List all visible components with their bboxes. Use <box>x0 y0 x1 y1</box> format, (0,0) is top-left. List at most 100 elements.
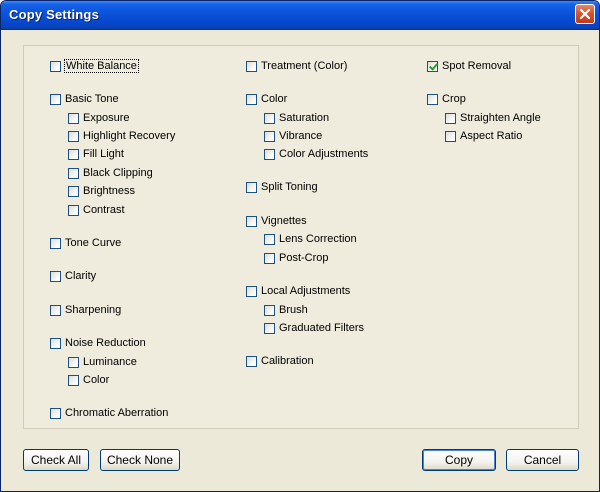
option-label: Saturation <box>279 112 330 124</box>
option-label: Crop <box>442 93 466 105</box>
option-crop[interactable]: Crop <box>427 91 466 107</box>
checkbox-saturation[interactable] <box>264 112 275 124</box>
checkbox-spot-removal[interactable] <box>427 60 438 72</box>
checkbox-brush[interactable] <box>264 304 275 316</box>
check-all-button[interactable]: Check All <box>23 449 89 471</box>
checkbox-noise-reduction[interactable] <box>50 337 61 349</box>
option-label: Clarity <box>65 270 97 282</box>
option-color-adjustments[interactable]: Color Adjustments <box>264 146 368 162</box>
option-vibrance[interactable]: Vibrance <box>264 128 322 144</box>
option-color[interactable]: Color <box>246 91 287 107</box>
option-label: Straighten Angle <box>460 112 541 124</box>
checkbox-exposure[interactable] <box>68 112 79 124</box>
checkbox-highlight-recovery[interactable] <box>68 130 79 142</box>
option-label: Aspect Ratio <box>460 130 523 142</box>
option-label: Contrast <box>83 204 125 216</box>
option-label: Color <box>261 93 288 105</box>
option-aspect-ratio[interactable]: Aspect Ratio <box>445 128 522 144</box>
option-label: Spot Removal <box>442 60 512 72</box>
option-label: Lens Correction <box>279 233 357 245</box>
option-label: Highlight Recovery <box>83 130 176 142</box>
option-highlight-recovery[interactable]: Highlight Recovery <box>68 128 175 144</box>
option-fill-light[interactable]: Fill Light <box>68 146 124 162</box>
option-label: Exposure <box>83 112 130 124</box>
option-brightness[interactable]: Brightness <box>68 183 135 199</box>
checkbox-lens-correction[interactable] <box>264 233 275 245</box>
copy-button[interactable]: Copy <box>422 449 496 471</box>
option-clarity[interactable]: Clarity <box>50 268 96 284</box>
title-bar[interactable]: Copy Settings <box>1 1 599 30</box>
checkbox-calibration[interactable] <box>246 355 257 367</box>
option-label: Local Adjustments <box>261 285 351 297</box>
option-label: Noise Reduction <box>65 337 146 349</box>
checkbox-graduated-filters[interactable] <box>264 322 275 334</box>
checkbox-basic-tone[interactable] <box>50 93 61 105</box>
option-label: Fill Light <box>83 148 124 160</box>
checkbox-straighten-angle[interactable] <box>445 112 456 124</box>
option-color[interactable]: Color <box>68 372 109 388</box>
option-treatment-color[interactable]: Treatment (Color) <box>246 58 347 74</box>
option-local-adjustments[interactable]: Local Adjustments <box>246 283 350 299</box>
option-white-balance[interactable]: White Balance <box>50 58 139 74</box>
option-label: Split Toning <box>261 181 318 193</box>
checkbox-treatment-color[interactable] <box>246 60 257 72</box>
option-tone-curve[interactable]: Tone Curve <box>50 235 121 251</box>
option-saturation[interactable]: Saturation <box>264 110 329 126</box>
option-chromatic-aberration[interactable]: Chromatic Aberration <box>50 405 168 421</box>
option-brush[interactable]: Brush <box>264 302 308 318</box>
copy-settings-dialog: Copy Settings White Balance Basic Tone Exp… <box>0 0 600 492</box>
option-label: White Balance <box>64 59 139 73</box>
checkbox-fill-light[interactable] <box>68 148 79 160</box>
option-label: Post-Crop <box>279 252 329 264</box>
checkbox-color[interactable] <box>68 374 79 386</box>
checkbox-crop[interactable] <box>427 93 438 105</box>
checkbox-color[interactable] <box>246 93 257 105</box>
option-noise-reduction[interactable]: Noise Reduction <box>50 335 146 351</box>
option-label: Black Clipping <box>83 167 153 179</box>
option-luminance[interactable]: Luminance <box>68 354 137 370</box>
option-straighten-angle[interactable]: Straighten Angle <box>445 110 541 126</box>
checkbox-clarity[interactable] <box>50 270 61 282</box>
option-basic-tone[interactable]: Basic Tone <box>50 91 119 107</box>
checkbox-local-adjustments[interactable] <box>246 285 257 297</box>
option-exposure[interactable]: Exposure <box>68 110 129 126</box>
checkbox-brightness[interactable] <box>68 185 79 197</box>
option-calibration[interactable]: Calibration <box>246 353 314 369</box>
option-label: Vibrance <box>279 130 323 142</box>
checkbox-post-crop[interactable] <box>264 252 275 264</box>
option-label: Sharpening <box>65 304 122 316</box>
checkbox-tone-curve[interactable] <box>50 237 61 249</box>
window-title: Copy Settings <box>9 7 99 22</box>
option-black-clipping[interactable]: Black Clipping <box>68 165 153 181</box>
check-none-button[interactable]: Check None <box>100 449 180 471</box>
checkbox-vibrance[interactable] <box>264 130 275 142</box>
option-vignettes[interactable]: Vignettes <box>246 213 307 229</box>
checkbox-color-adjustments[interactable] <box>264 148 275 160</box>
checkbox-contrast[interactable] <box>68 204 79 216</box>
option-label: Chromatic Aberration <box>65 407 169 419</box>
option-lens-correction[interactable]: Lens Correction <box>264 231 357 247</box>
option-label: Color <box>83 374 110 386</box>
checkbox-white-balance[interactable] <box>50 60 61 72</box>
option-split-toning[interactable]: Split Toning <box>246 179 318 195</box>
option-spot-removal[interactable]: Spot Removal <box>427 58 511 74</box>
checkbox-luminance[interactable] <box>68 356 79 368</box>
checkbox-chromatic-aberration[interactable] <box>50 407 61 419</box>
option-label: Calibration <box>261 355 314 367</box>
option-sharpening[interactable]: Sharpening <box>50 302 121 318</box>
option-label: Brightness <box>83 185 135 197</box>
checkbox-black-clipping[interactable] <box>68 167 79 179</box>
cancel-button[interactable]: Cancel <box>506 449 579 471</box>
checkbox-sharpening[interactable] <box>50 304 61 316</box>
option-post-crop[interactable]: Post-Crop <box>264 250 329 266</box>
checkbox-vignettes[interactable] <box>246 215 257 227</box>
settings-panel: White Balance Basic Tone Exposure Highlight… <box>23 45 579 429</box>
close-button[interactable] <box>575 4 595 24</box>
option-contrast[interactable]: Contrast <box>68 202 125 218</box>
option-label: Tone Curve <box>65 237 122 249</box>
checkbox-split-toning[interactable] <box>246 181 257 193</box>
option-label: Graduated Filters <box>279 322 364 334</box>
option-graduated-filters[interactable]: Graduated Filters <box>264 320 364 336</box>
option-label: Treatment (Color) <box>261 60 348 72</box>
checkbox-aspect-ratio[interactable] <box>445 130 456 142</box>
